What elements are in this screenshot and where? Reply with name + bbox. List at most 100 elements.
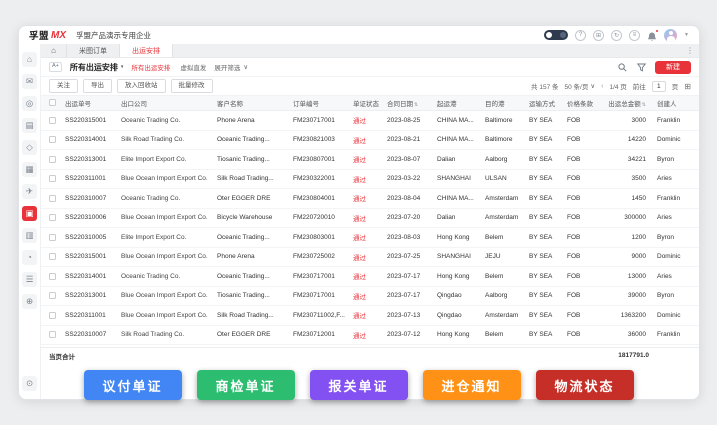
refresh-icon[interactable]: ↻ [611,30,622,41]
price-term: FOB [567,253,603,260]
shipment-no: SS220314001 [65,136,121,143]
avatar[interactable] [664,29,677,42]
nav-home[interactable]: ⌂ [22,52,37,67]
table-row[interactable]: SS220313001 Blue Ocean Import Export Co.… [41,287,699,307]
export-company: Elite Import Export Co. [121,156,217,163]
col-header-customer[interactable]: 客户名称 [217,98,293,108]
row-checkbox[interactable] [49,253,56,260]
col-header-doc-status[interactable]: 单证状态 [353,98,387,108]
col-header-export-company[interactable]: 出口公司 [121,98,217,108]
shipment-no: SS220314001 [65,273,121,280]
col-header-contract-date[interactable]: 合同日期⇅ [387,98,437,108]
order-no: FM230725002 [293,253,353,260]
row-checkbox[interactable] [49,136,56,143]
column-settings-icon[interactable]: ⊞ [684,82,691,91]
goto-page-input[interactable] [652,81,666,92]
page-size-select[interactable]: 50 条/页 ∨ [565,81,596,91]
logistics-status-button[interactable]: 物流状态 [536,370,634,400]
nav-documents[interactable]: ▥ [22,228,37,243]
filter-icon[interactable] [636,62,646,72]
company-name: 孚盟产品演示专用企业 [76,30,151,41]
sort-icon[interactable]: ⇅ [642,102,646,108]
follow-button[interactable]: 关注 [49,79,78,93]
nav-apps[interactable]: ⊕ [22,294,37,309]
transport-mode: BY SEA [529,195,567,202]
customer-name: Oter EGGER DRE [217,195,293,202]
nav-shipping[interactable]: ▣ [22,206,37,221]
goto-label: 前往 [633,81,646,91]
view-selector-dropdown[interactable]: 所有出运安排 ▾ [70,62,124,73]
order-no: FM220720010 [293,214,353,221]
col-header-order-no[interactable]: 订单编号 [293,98,353,108]
theme-toggle-pill[interactable] [544,30,568,40]
customs-declaration-button[interactable]: 报关单证 [310,370,408,400]
contract-date: 2023-08-21 [387,136,437,143]
row-checkbox[interactable] [49,117,56,124]
select-all-checkbox[interactable] [49,99,56,106]
search-icon[interactable] [617,62,627,72]
price-term: FOB [567,214,603,221]
col-header-amount[interactable]: 出运总金额⇅ [603,98,651,108]
create-button[interactable]: 新建 [655,61,691,74]
menu-lines-icon[interactable]: ≡ [629,30,640,41]
apps-grid-icon[interactable]: ⊞ [593,30,604,41]
row-checkbox[interactable] [49,273,56,280]
price-term: FOB [567,273,603,280]
inspection-documents-button[interactable]: 商检单证 [197,370,295,400]
nav-orders[interactable]: ▤ [22,118,37,133]
col-header-transport[interactable]: 运输方式 [529,98,567,108]
row-checkbox[interactable] [49,175,56,182]
row-checkbox[interactable] [49,195,56,202]
col-header-price-term[interactable]: 价格条款 [567,98,603,108]
customer-name: Phone Arena [217,117,293,124]
bell-icon[interactable] [647,30,657,41]
chevron-down-icon[interactable]: ▼ [684,32,689,38]
home-tab[interactable]: ⌂ [41,44,67,57]
table-row[interactable]: SS220314001 Oceanic Trading Co. Oceanic … [41,267,699,287]
table-row[interactable]: SS220311001 Blue Ocean Import Export Co.… [41,306,699,326]
nav-customers[interactable]: ◎ [22,96,37,111]
table-row[interactable]: SS220311001 Blue Ocean Import Export Co.… [41,170,699,190]
expand-filter-toggle[interactable]: 展开筛选 ∨ [214,62,248,72]
row-checkbox[interactable] [49,214,56,221]
contract-date: 2023-08-03 [387,234,437,241]
help-icon[interactable]: ? [575,30,586,41]
row-checkbox[interactable] [49,312,56,319]
sort-icon[interactable]: ⇅ [414,102,418,108]
nav-logistics[interactable]: ✈ [22,184,37,199]
row-checkbox[interactable] [49,292,56,299]
export-button[interactable]: 导出 [83,79,112,93]
table-row[interactable]: SS220310006 Blue Ocean Import Export Co.… [41,209,699,229]
tab-more-icon[interactable]: ⋮ [681,44,699,57]
table-row[interactable]: SS220310007 Oceanic Trading Co. Oter EGG… [41,189,699,209]
col-header-creator[interactable]: 创建人 [651,98,699,108]
order-no: FM230807001 [293,156,353,163]
nav-purchase[interactable]: ▦ [22,162,37,177]
prev-page-icon[interactable]: ‹ [601,83,603,90]
negotiation-documents-button[interactable]: 议付单证 [84,370,182,400]
table-row[interactable]: SS220315001 Oceanic Trading Co. Phone Ar… [41,111,699,131]
table-row[interactable]: SS220314001 Silk Road Trading Co. Oceani… [41,131,699,151]
table-row[interactable]: SS220313001 Elite Import Export Co. Tios… [41,150,699,170]
view-switch-icon[interactable]: A+ [49,62,62,72]
table-row[interactable]: SS220315001 Blue Ocean Import Export Co.… [41,248,699,268]
nav-mail[interactable]: ✉ [22,74,37,89]
table-row[interactable]: SS220310007 Silk Road Trading Co. Oter E… [41,326,699,346]
transport-mode: BY SEA [529,312,567,319]
creator: Aries [651,175,699,182]
nav-products[interactable]: ◇ [22,140,37,155]
row-checkbox[interactable] [49,234,56,241]
row-checkbox[interactable] [49,331,56,338]
col-header-shipment-no[interactable]: 出运单号 [65,98,121,108]
nav-finance[interactable]: ◔ [22,250,37,265]
batch-edit-button[interactable]: 批量修改 [171,79,213,93]
col-header-destination-port[interactable]: 目的港 [485,98,529,108]
table-row[interactable]: SS220310005 Elite Import Export Co. Ocea… [41,228,699,248]
nav-reports[interactable]: ☰ [22,272,37,287]
order-no: FM230717001 [293,273,353,280]
recycle-bin-button[interactable]: 放入回收站 [117,79,166,93]
warehouse-entry-notice-button[interactable]: 进仓通知 [423,370,521,400]
col-header-departure-port[interactable]: 起运港 [437,98,485,108]
row-checkbox[interactable] [49,156,56,163]
toggle-dot-icon [546,32,552,38]
